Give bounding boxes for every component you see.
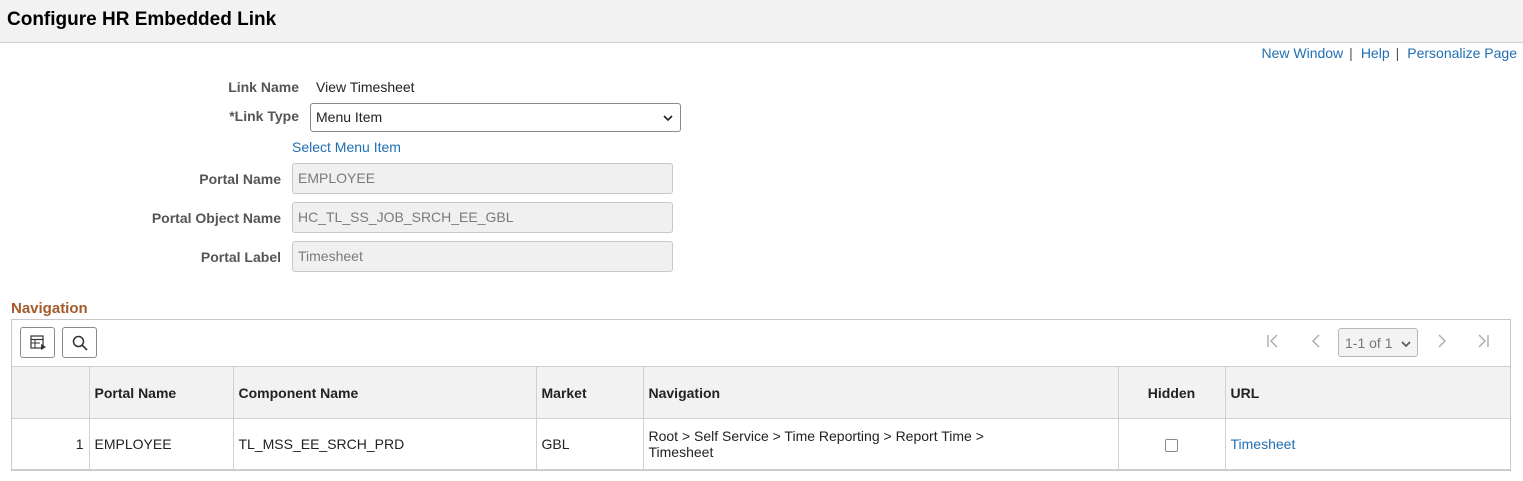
page-range-value: 1-1 of 1: [1345, 335, 1393, 351]
column-header-market: Market: [535, 366, 643, 419]
portal-object-name-label: Portal Object Name: [151, 210, 281, 226]
column-header-component-name: Component Name: [232, 366, 536, 419]
column-header-hidden: Hidden: [1117, 366, 1225, 419]
separator: |: [1395, 45, 1400, 61]
chevron-down-icon: [663, 115, 673, 122]
table-row: 1 EMPLOYEE TL_MSS_EE_SRCH_PRD GBL Root >…: [12, 418, 1510, 470]
portal-name-cell: EMPLOYEE: [88, 418, 233, 470]
table-header-row: Portal Name Component Name Market Naviga…: [12, 366, 1510, 419]
row-number: 1: [12, 418, 89, 470]
url-link[interactable]: Timesheet: [1231, 436, 1296, 452]
new-window-link[interactable]: New Window: [1261, 45, 1343, 61]
chevron-down-icon: [1401, 341, 1411, 348]
navigation-path-cell: Root > Self Service > Time Reporting > R…: [642, 418, 1118, 470]
previous-page-icon[interactable]: [1309, 333, 1323, 349]
column-header-row-number: [12, 366, 89, 419]
navigation-path-line-1: Root > Self Service > Time Reporting > R…: [648, 428, 984, 444]
search-icon: [72, 335, 88, 351]
component-name-cell: TL_MSS_EE_SRCH_PRD: [232, 418, 536, 470]
first-page-icon[interactable]: [1266, 333, 1280, 349]
portal-label-field: Timesheet: [292, 241, 673, 272]
navigation-section-title: Navigation: [11, 300, 88, 317]
title-bar: Configure HR Embedded Link: [0, 0, 1523, 43]
page-range-select[interactable]: 1-1 of 1: [1338, 328, 1418, 357]
select-menu-item-link[interactable]: Select Menu Item: [292, 139, 401, 155]
page-toolbar-links: New Window | Help | Personalize Page: [1261, 45, 1517, 61]
portal-name-label: Portal Name: [199, 171, 281, 187]
column-header-url: URL: [1224, 366, 1510, 419]
url-cell: Timesheet: [1224, 418, 1510, 470]
grid-view-icon: [30, 335, 46, 350]
portal-name-field: EMPLOYEE: [292, 163, 673, 194]
link-name-label: Link Name: [228, 79, 299, 95]
page-title: Configure HR Embedded Link: [7, 9, 277, 30]
search-button[interactable]: [62, 327, 97, 358]
help-link[interactable]: Help: [1361, 45, 1390, 61]
link-name-value: View Timesheet: [316, 79, 415, 95]
hidden-checkbox[interactable]: [1165, 438, 1178, 452]
column-header-portal-name: Portal Name: [88, 366, 233, 419]
portal-object-name-field: HC_TL_SS_JOB_SRCH_EE_GBL: [292, 202, 673, 233]
separator: |: [1349, 45, 1353, 61]
navigation-grid: 1-1 of 1 Portal Name Component Name Mark…: [11, 319, 1511, 471]
navigation-table: Portal Name Component Name Market Naviga…: [12, 366, 1510, 470]
link-type-selected-value: Menu Item: [316, 109, 383, 125]
portal-label-label: Portal Label: [200, 249, 281, 265]
link-type-label: *Link Type: [229, 108, 299, 124]
link-type-select[interactable]: Menu Item: [310, 103, 681, 132]
navigation-path-line-2: Timesheet: [648, 444, 714, 460]
column-header-navigation: Navigation: [642, 366, 1118, 419]
personalize-page-link[interactable]: Personalize Page: [1407, 45, 1517, 61]
hidden-cell: [1117, 418, 1225, 470]
market-cell: GBL: [535, 418, 643, 470]
last-page-icon[interactable]: [1476, 333, 1490, 349]
next-page-icon[interactable]: [1435, 333, 1449, 349]
grid-view-button[interactable]: [20, 327, 55, 358]
